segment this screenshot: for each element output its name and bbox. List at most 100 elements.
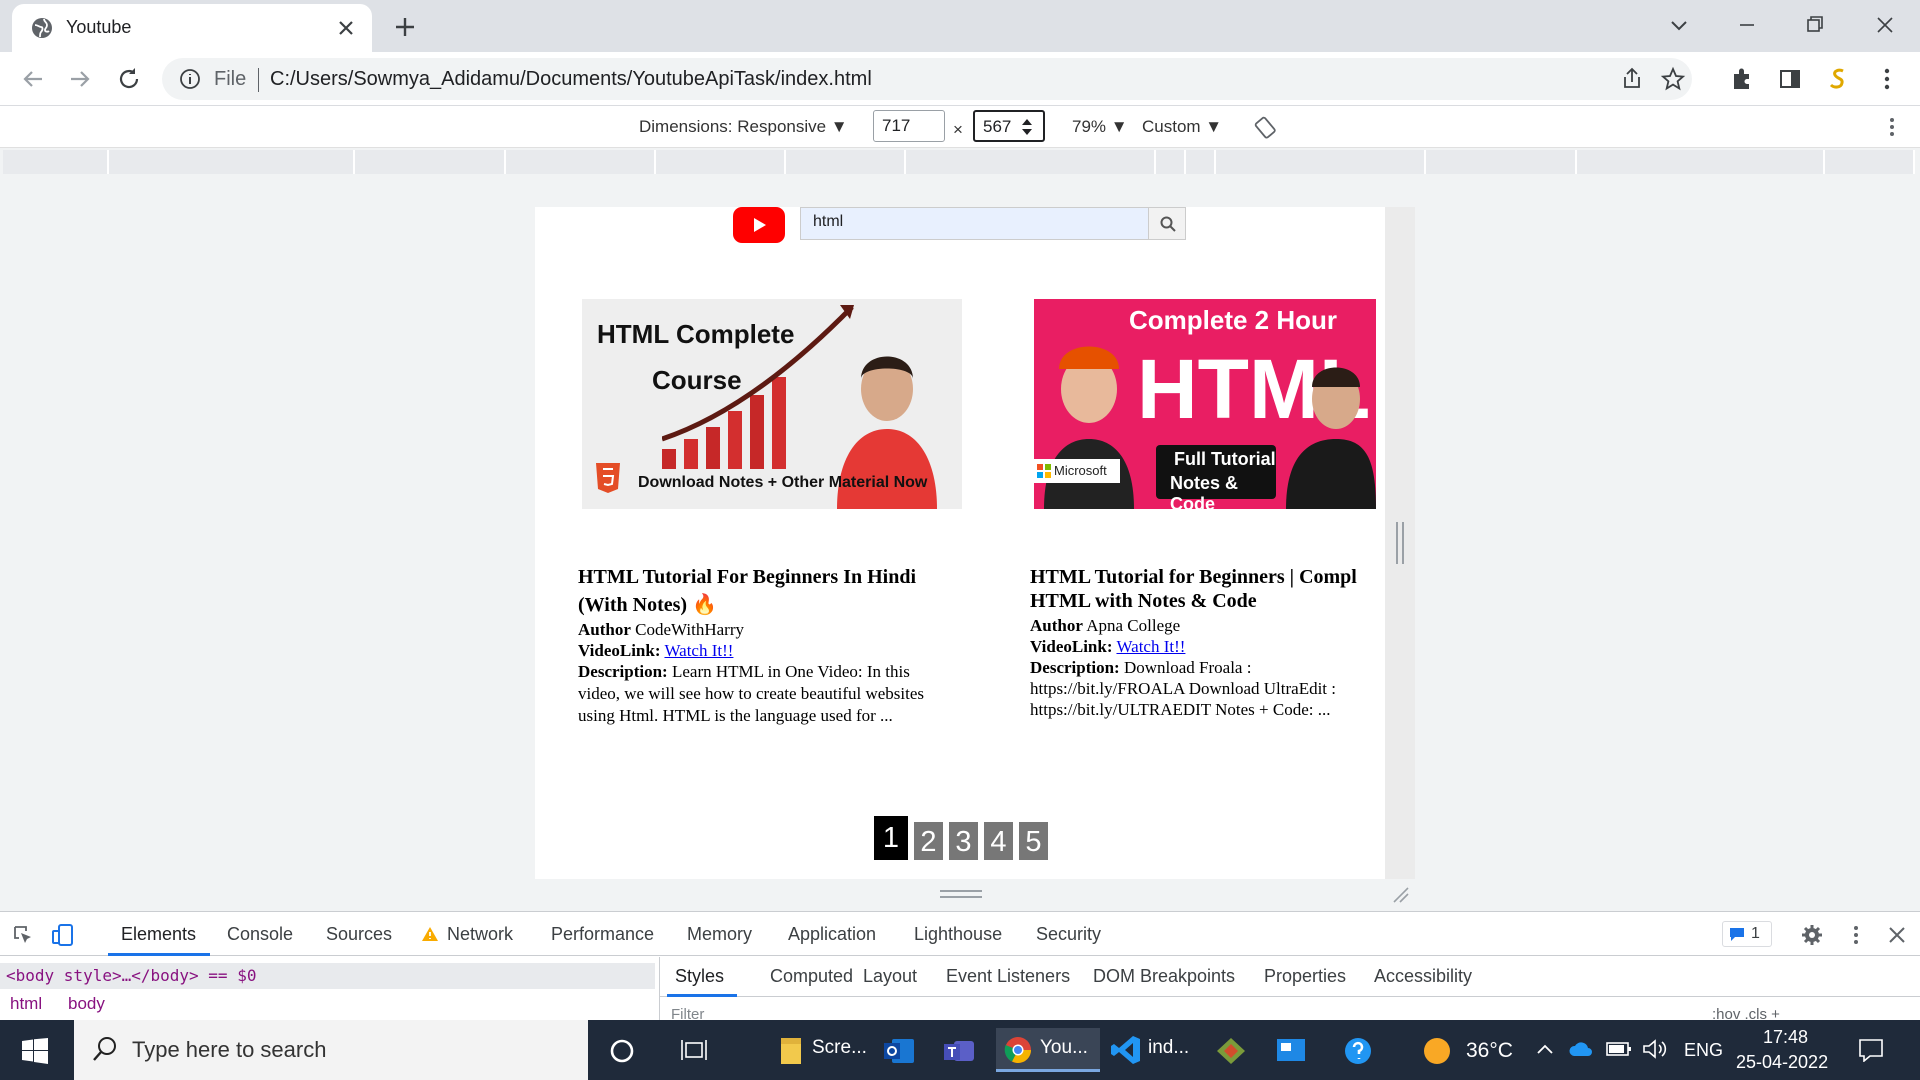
input-language[interactable]: ENG <box>1684 1040 1723 1061</box>
breadcrumb-body[interactable]: body <box>68 994 105 1014</box>
git-app-icon[interactable] <box>1214 1036 1248 1066</box>
height-input[interactable]: 567 <box>973 110 1045 142</box>
video-thumbnail-1[interactable]: HTML Complete Course Download Notes + Ot… <box>582 299 962 509</box>
page-button-3[interactable]: 3 <box>949 822 978 860</box>
link-label: VideoLink: <box>578 641 661 660</box>
close-tab-icon[interactable] <box>334 16 358 40</box>
teams-icon[interactable] <box>942 1036 976 1066</box>
taskbar-search[interactable]: Type here to search <box>74 1020 588 1080</box>
tab-application[interactable]: Application <box>788 924 876 945</box>
new-tab-icon[interactable] <box>390 12 420 42</box>
taskbar-app-screenshots[interactable]: Scre... <box>764 1028 874 1072</box>
rotate-icon[interactable] <box>1254 115 1278 139</box>
back-arrow-icon[interactable] <box>18 64 48 94</box>
tab-styles[interactable]: Styles <box>675 966 724 987</box>
onedrive-cloud-icon[interactable] <box>1568 1040 1594 1058</box>
tab-strip: Youtube <box>0 0 1920 52</box>
clock-time[interactable]: 17:48 <box>1763 1027 1808 1048</box>
close-devtools-icon[interactable] <box>1886 924 1908 946</box>
remote-desktop-icon[interactable] <box>1274 1036 1308 1066</box>
tab-accessibility[interactable]: Accessibility <box>1374 966 1472 987</box>
taskbar-app-label: You... <box>1040 1037 1088 1058</box>
elements-tree: <body style>…</body> == $0 html body <box>0 957 660 1021</box>
chevron-up-icon[interactable] <box>1536 1042 1554 1056</box>
tab-computed[interactable]: Computed <box>770 966 853 987</box>
throttle-dropdown[interactable]: Custom ▼ <box>1142 117 1222 137</box>
tab-search-icon[interactable] <box>1664 10 1694 40</box>
tab-dom-breakpoints[interactable]: DOM Breakpoints <box>1093 966 1235 987</box>
minimize-icon[interactable] <box>1732 10 1762 40</box>
video-title-2-line-2: HTML with Notes & Code <box>1030 590 1257 612</box>
resize-corner-icon[interactable] <box>1390 884 1410 904</box>
outlook-icon[interactable] <box>882 1036 916 1066</box>
cortana-icon[interactable] <box>609 1038 635 1064</box>
watch-link-1[interactable]: Watch It!! <box>664 641 733 660</box>
tab-layout[interactable]: Layout <box>863 966 917 987</box>
video-title-1-line-2: (With Notes) 🔥 <box>578 594 717 616</box>
forward-arrow-icon[interactable] <box>65 64 95 94</box>
page-button-4[interactable]: 4 <box>984 822 1013 860</box>
breadcrumb-html[interactable]: html <box>10 994 42 1014</box>
height-stepper-icon[interactable] <box>1020 116 1034 138</box>
watch-link-2[interactable]: Watch It!! <box>1116 637 1185 656</box>
task-view-icon[interactable] <box>680 1037 708 1063</box>
browser-tab-youtube[interactable]: Youtube <box>12 4 372 52</box>
restore-icon[interactable] <box>1800 10 1830 40</box>
battery-icon[interactable] <box>1606 1040 1632 1058</box>
url-text[interactable]: C:/Users/Sowmya_Adidamu/Documents/Youtub… <box>270 68 872 91</box>
styles-tab-underline <box>667 994 737 997</box>
tab-elements[interactable]: Elements <box>121 924 196 945</box>
settings-gear-icon[interactable] <box>1800 923 1824 947</box>
inspect-element-icon[interactable] <box>12 924 34 946</box>
desc-label: Description: <box>1030 658 1120 677</box>
help-icon[interactable] <box>1342 1036 1376 1066</box>
video-desc-2-line-2: https://bit.ly/FROALA Download UltraEdit… <box>1030 679 1336 698</box>
tab-sources[interactable]: Sources <box>326 924 392 945</box>
video-link-row-2: VideoLink: Watch It!! <box>1030 636 1185 657</box>
tab-console[interactable]: Console <box>227 924 293 945</box>
dom-node-body[interactable]: <body style>…</body> == $0 <box>0 963 655 989</box>
windows-start-icon[interactable] <box>22 1038 48 1064</box>
zoom-dropdown[interactable]: 79% ▼ <box>1072 117 1128 137</box>
width-input[interactable]: 717 <box>873 110 945 142</box>
page-button-5[interactable]: 5 <box>1019 822 1048 860</box>
youtube-logo-icon[interactable] <box>733 207 785 243</box>
page-button-2[interactable]: 2 <box>914 822 943 860</box>
share-icon[interactable] <box>1617 64 1647 94</box>
media-query-ruler[interactable] <box>3 150 1915 174</box>
weather-sun-icon[interactable] <box>1422 1036 1452 1066</box>
volume-icon[interactable] <box>1642 1038 1668 1060</box>
dimensions-dropdown[interactable]: Dimensions: Responsive ▼ <box>639 117 848 137</box>
tab-memory[interactable]: Memory <box>687 924 752 945</box>
side-panel-icon[interactable] <box>1775 64 1805 94</box>
tab-lighthouse[interactable]: Lighthouse <box>914 924 1002 945</box>
search-button[interactable] <box>1148 207 1186 240</box>
tab-performance[interactable]: Performance <box>551 924 654 945</box>
bookmark-star-icon[interactable] <box>1658 64 1688 94</box>
close-window-icon[interactable] <box>1870 10 1900 40</box>
extensions-puzzle-icon[interactable] <box>1727 64 1757 94</box>
profile-extension-icon[interactable] <box>1823 64 1853 94</box>
info-icon[interactable] <box>178 67 202 91</box>
tab-network[interactable]: Network <box>447 924 513 945</box>
taskbar-app-vscode[interactable]: ind... <box>1104 1028 1208 1072</box>
tab-event-listeners[interactable]: Event Listeners <box>946 966 1070 987</box>
devtools-more-icon[interactable] <box>1844 923 1868 947</box>
notifications-icon[interactable] <box>1858 1038 1884 1062</box>
resize-handle-right[interactable] <box>1396 522 1404 564</box>
device-toggle-icon[interactable] <box>52 923 74 947</box>
taskbar-app-chrome[interactable]: You... <box>996 1028 1100 1072</box>
issues-counter[interactable]: 1 <box>1722 921 1772 947</box>
tab-properties[interactable]: Properties <box>1264 966 1346 987</box>
video-thumbnail-2[interactable]: Complete 2 Hour HTML Microsoft Full Tuto… <box>1034 299 1376 509</box>
video-desc-1-line-3: using Html. HTML is the language used fo… <box>578 706 893 725</box>
resize-handle-bottom[interactable] <box>940 890 982 898</box>
address-bar[interactable]: File C:/Users/Sowmya_Adidamu/Documents/Y… <box>162 58 1692 100</box>
page-button-1[interactable]: 1 <box>874 816 908 860</box>
clock-date[interactable]: 25-04-2022 <box>1736 1052 1828 1073</box>
chrome-menu-icon[interactable] <box>1872 64 1902 94</box>
tab-security[interactable]: Security <box>1036 924 1101 945</box>
reload-icon[interactable] <box>114 64 144 94</box>
device-more-icon[interactable] <box>1880 115 1904 139</box>
search-input[interactable]: html <box>800 207 1150 240</box>
